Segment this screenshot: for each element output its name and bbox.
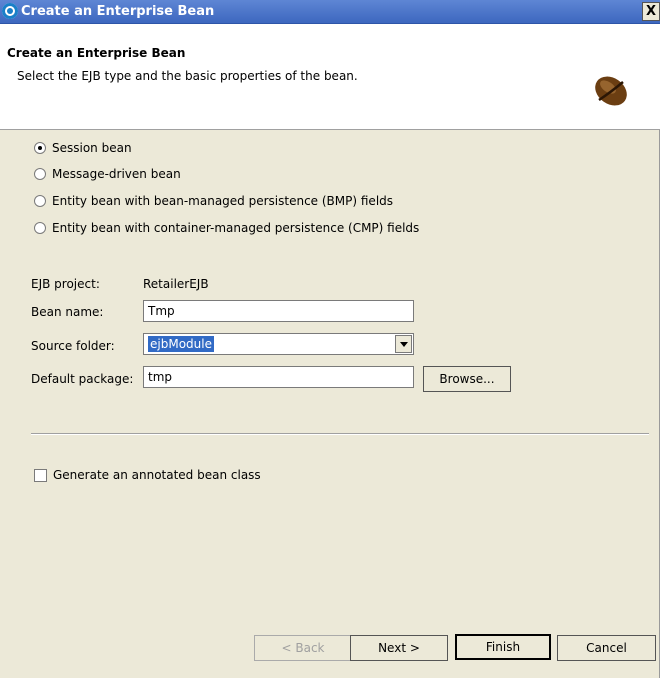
browse-button[interactable]: Browse... (423, 366, 511, 392)
title-bar: Create an Enterprise Bean X (0, 0, 660, 24)
source-folder-label: Source folder: (31, 339, 115, 353)
coffee-bean-icon (595, 76, 627, 106)
radio-entity-cmp[interactable]: Entity bean with container-managed persi… (34, 219, 419, 237)
bean-name-input[interactable]: Tmp (143, 300, 414, 322)
next-button[interactable]: Next > (350, 635, 448, 661)
header-title: Create an Enterprise Bean (7, 46, 186, 60)
window-title: Create an Enterprise Bean (21, 4, 215, 19)
radio-button[interactable] (34, 195, 46, 207)
radio-session-bean[interactable]: Session bean (34, 139, 132, 157)
radio-button[interactable] (34, 142, 46, 154)
chevron-down-icon (399, 341, 408, 347)
radio-button[interactable] (34, 168, 46, 180)
ejb-project-label: EJB project: (31, 277, 100, 291)
annotated-checkbox-label: Generate an annotated bean class (53, 468, 261, 482)
header-description: Select the EJB type and the basic proper… (17, 69, 358, 83)
radio-entity-bmp[interactable]: Entity bean with bean-managed persistenc… (34, 192, 393, 210)
radio-label: Session bean (52, 141, 132, 155)
ejb-project-value: RetailerEJB (143, 277, 209, 291)
radio-label: Entity bean with bean-managed persistenc… (52, 194, 394, 208)
separator (31, 433, 649, 435)
default-package-label: Default package: (31, 372, 134, 386)
source-folder-value: ejbModule (148, 336, 214, 352)
finish-button[interactable]: Finish (455, 634, 551, 660)
radio-message-driven-bean[interactable]: Message-driven bean (34, 165, 181, 183)
app-icon (2, 3, 18, 19)
cancel-button[interactable]: Cancel (557, 635, 656, 661)
radio-label: Message-driven bean (52, 167, 181, 181)
radio-label: Entity bean with container-managed persi… (52, 221, 420, 235)
close-button[interactable]: X (642, 2, 660, 21)
default-package-input[interactable]: tmp (143, 366, 414, 388)
source-folder-select[interactable]: ejbModule (143, 333, 414, 355)
wizard-header: Create an Enterprise Bean Select the EJB… (0, 24, 660, 130)
dialog-window: Create an Enterprise Bean X Create an En… (0, 0, 660, 678)
dropdown-button[interactable] (395, 335, 412, 353)
back-button[interactable]: < Back (254, 635, 352, 661)
bean-name-label: Bean name: (31, 305, 104, 319)
annotated-checkbox[interactable] (34, 469, 47, 482)
radio-button[interactable] (34, 222, 46, 234)
